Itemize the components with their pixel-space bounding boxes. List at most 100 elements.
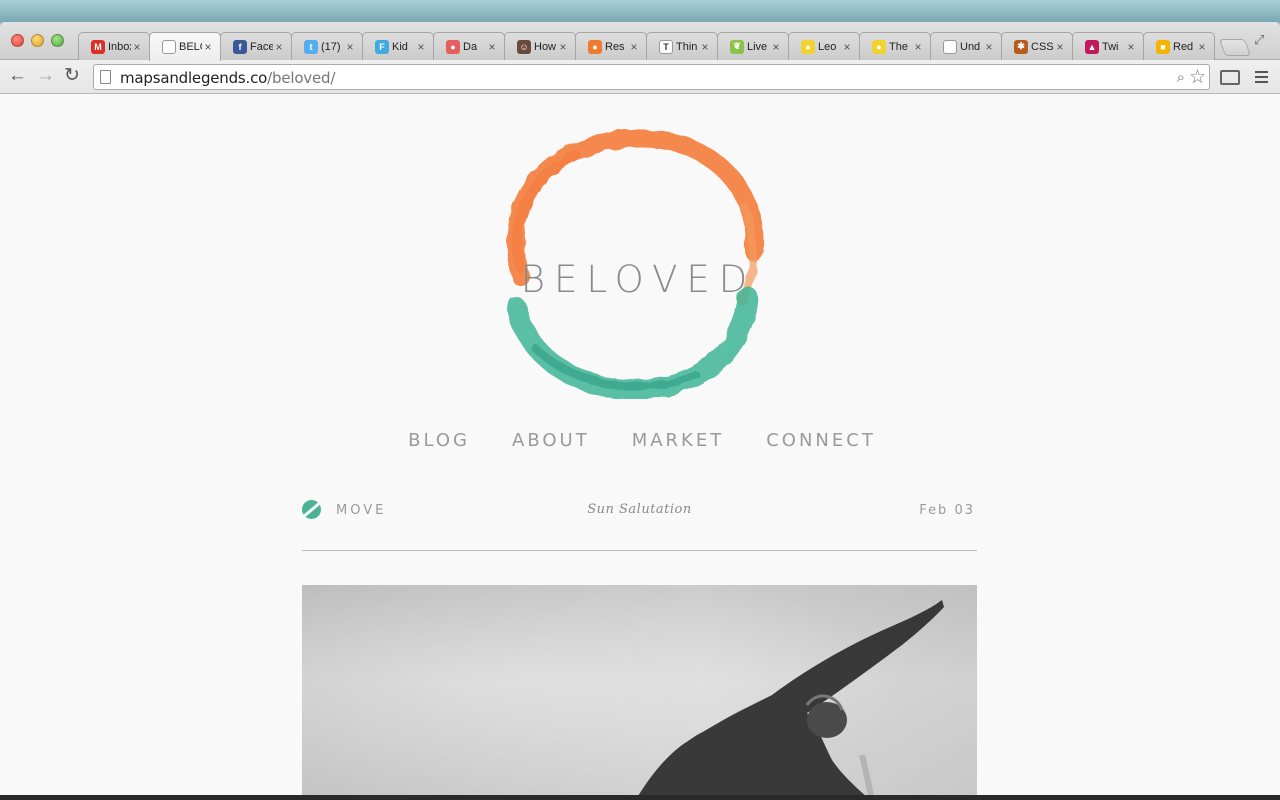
tab-close-icon[interactable]: × [912,40,924,54]
browser-tab[interactable]: ● The × [859,32,931,60]
tab-title: How [534,40,557,53]
close-window-button[interactable] [11,34,24,47]
zoom-window-button[interactable] [51,34,64,47]
tab-title: Live [747,40,768,53]
browser-tab[interactable]: ● Res × [575,32,647,60]
browser-tab[interactable]: F Kid × [362,32,434,60]
browser-tab[interactable]: ■ Red × [1143,32,1215,60]
tab-close-icon[interactable]: × [344,40,356,54]
url-path: /beloved/ [267,69,336,87]
tab-close-icon[interactable]: × [1054,40,1066,54]
desktop-background [0,0,1280,22]
tab-close-icon[interactable]: × [486,40,498,54]
tab-close-icon[interactable]: × [699,40,711,54]
new-tab-button[interactable] [1218,39,1252,56]
page-icon [162,40,176,54]
browser-window: M Inbox × BELOVED × f Facebook × t (17) × F Kid × ● Da ×… [0,22,1280,800]
tab-close-icon[interactable]: × [131,40,143,54]
tab-title: Kid [392,40,408,53]
tab-title: Facebook [250,40,273,53]
tab-close-icon[interactable]: × [415,40,427,54]
browser-toolbar: ← → ↻ mapsandlegends.co/beloved/ ⌕ ☆ [0,60,1280,94]
gmail-icon: M [91,39,105,54]
post-title[interactable]: Sun Salutation [302,502,977,517]
tab-title: Und [960,40,981,53]
browser-tab[interactable]: f Facebook × [220,32,292,60]
beloved-logo[interactable]: BELOVED [496,117,772,399]
browser-tab[interactable]: T Thin × [646,32,718,60]
back-arrow-icon[interactable]: ← [8,66,27,86]
minimize-window-button[interactable] [31,34,44,47]
post-header: MOVE Sun Salutation Feb 03 [302,499,977,551]
tab-close-icon[interactable]: × [202,40,214,54]
tab-title: Twi [1102,40,1119,53]
search-icon[interactable]: ⌕ [1177,69,1185,86]
nav-market[interactable]: MARKET [632,430,725,451]
tab-title: CSS [1031,40,1054,53]
pie-icon: ● [446,39,460,54]
browser-tab[interactable]: ● Da × [433,32,505,60]
tab-title: Leo [818,40,837,53]
browser-tab[interactable]: ● Leo × [788,32,860,60]
page-icon [943,39,957,54]
tab-title: Red [1173,40,1194,53]
yellow-square-icon: ■ [1156,39,1170,54]
asterisk-icon: ✱ [1014,39,1028,54]
forward-arrow-icon[interactable]: → [36,66,55,86]
triangle-icon: ▲ [1085,39,1099,54]
tab-close-icon[interactable]: × [841,40,853,54]
leaf-icon: ❦ [730,39,744,54]
logo-text: BELOVED [520,258,757,301]
web-page: BELOVED BLOG ABOUT MARKET CONNECT MOVE S… [0,95,1280,800]
tab-close-icon[interactable]: × [628,40,640,54]
bookmark-star-icon[interactable]: ☆ [1189,66,1206,89]
browser-tab[interactable]: ✱ CSS × [1001,32,1073,60]
page-icon [100,70,111,84]
browser-tab[interactable]: ☺ How × [504,32,576,60]
reload-icon[interactable]: ↻ [64,66,80,86]
browser-tab[interactable]: Und × [930,32,1002,60]
post-date: Feb 03 [919,503,975,518]
facebook-icon: f [233,39,247,54]
nav-connect[interactable]: CONNECT [766,430,876,451]
menu-icon[interactable] [1255,71,1268,86]
post-photo[interactable] [302,585,977,800]
tab-close-icon[interactable]: × [1125,40,1137,54]
tab-title: Thin [676,40,698,53]
url-text[interactable]: mapsandlegends.co/beloved/ [120,69,335,87]
main-nav: BLOG ABOUT MARKET CONNECT [0,430,1280,451]
desktop-dock-edge [0,795,1280,800]
tab-title: Inbox [108,40,131,53]
tab-close-icon[interactable]: × [1196,40,1208,54]
tab-strip: M Inbox × BELOVED × f Facebook × t (17) × F Kid × ● Da ×… [0,22,1280,61]
tab-title: Da [463,40,478,53]
tab-close-icon[interactable]: × [557,40,569,54]
tab-title: The [889,40,908,53]
browser-tab[interactable]: BELOVED × [149,32,221,61]
avatar-icon: ☺ [517,39,531,54]
browser-tab[interactable]: M Inbox × [78,32,150,60]
tab-title: Res [605,40,625,53]
nav-about[interactable]: ABOUT [512,430,590,451]
tab-close-icon[interactable]: × [273,40,285,54]
fullscreen-icon[interactable]: ⤢ [1254,32,1264,48]
t-logo-icon: T [659,39,673,54]
tab-close-icon[interactable]: × [983,40,995,54]
browser-tab[interactable]: ▲ Twi × [1072,32,1144,60]
tab-close-icon[interactable]: × [770,40,782,54]
tab-title: BELOVED [179,41,202,53]
twitter-icon: t [304,39,318,54]
yoga-figure-image [635,600,944,800]
yellow-badge-icon: ● [872,39,886,54]
browser-tab[interactable]: t (17) × [291,32,363,60]
f-circle-icon: F [375,39,389,54]
tab-list: M Inbox × BELOVED × f Facebook × t (17) × F Kid × ● Da ×… [78,32,1215,61]
tab-title: (17) [321,40,341,53]
nav-blog[interactable]: BLOG [408,430,470,451]
address-bar[interactable]: mapsandlegends.co/beloved/ ⌕ ☆ [93,64,1210,90]
yellow-badge-icon: ● [801,39,815,54]
url-host: mapsandlegends.co [120,69,268,87]
orange-circle-icon: ● [588,39,602,54]
browser-tab[interactable]: ❦ Live × [717,32,789,60]
cast-icon[interactable] [1220,70,1240,85]
